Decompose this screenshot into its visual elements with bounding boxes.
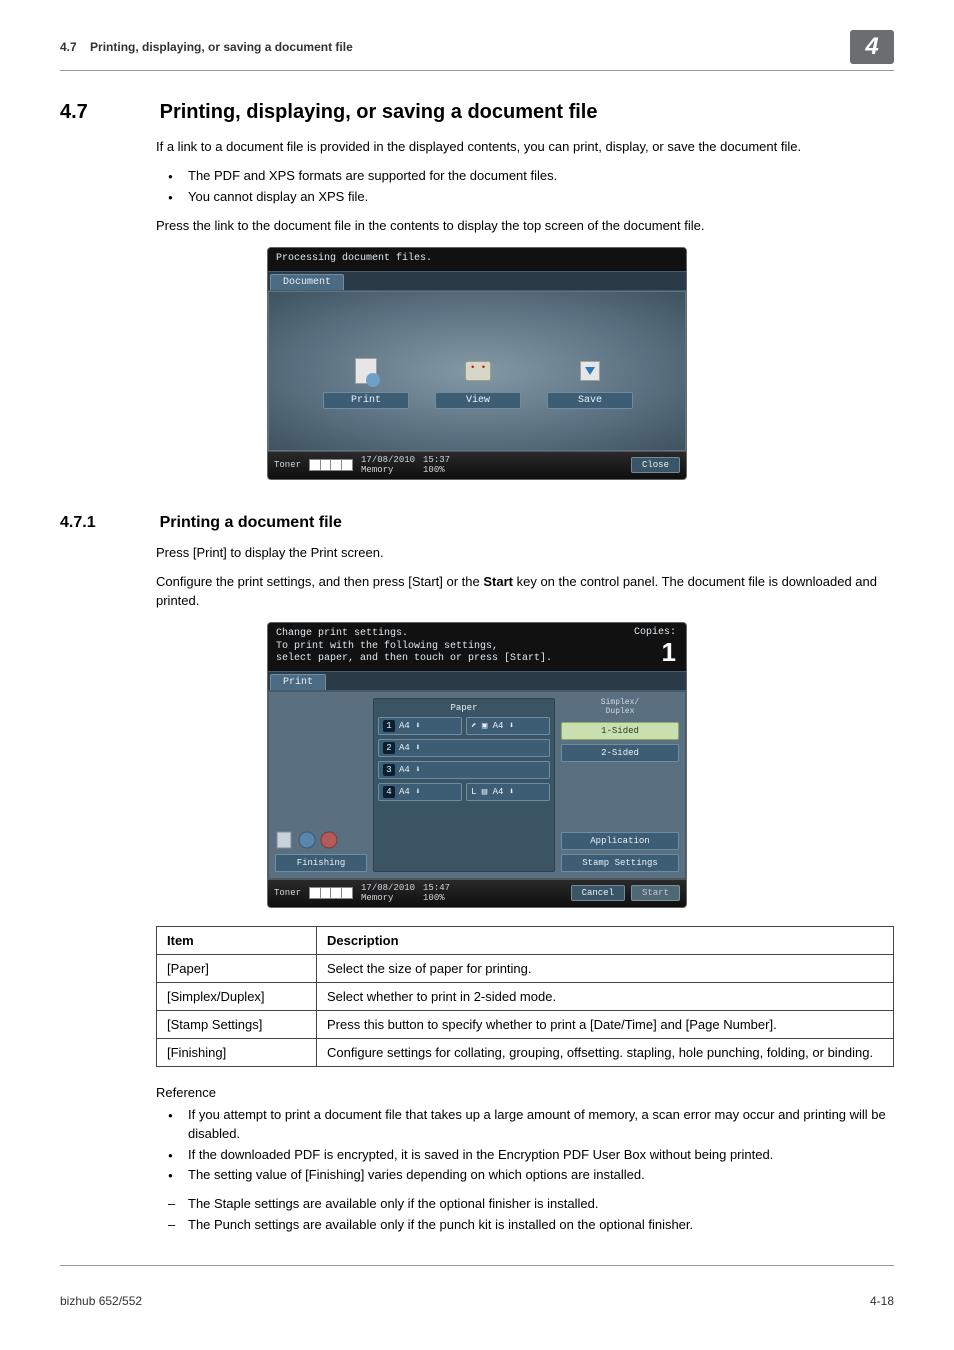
subsection-number: 4.7.1 [60, 514, 156, 532]
one-sided-button[interactable]: 1-Sided [561, 722, 679, 740]
save-button[interactable]: Save [547, 392, 633, 409]
reference-label: Reference [156, 1085, 894, 1100]
start-button[interactable]: Start [631, 885, 680, 901]
status-memory-label: Memory [361, 466, 415, 475]
table-row: [Simplex/Duplex]Select whether to print … [157, 982, 894, 1010]
table-row: [Stamp Settings]Press this button to spe… [157, 1010, 894, 1038]
footer-rule [60, 1265, 894, 1266]
print-screen: Change print settings. To print with the… [267, 622, 687, 908]
toner-label: Toner [274, 460, 301, 470]
table-cell-description: Select the size of paper for printing. [317, 954, 894, 982]
toner-label: Toner [274, 888, 301, 898]
table-header-item: Item [157, 926, 317, 954]
footer-product: bizhub 652/552 [60, 1294, 142, 1308]
header-rule [60, 70, 894, 71]
toner-gauge [309, 887, 353, 899]
footer-page: 4-18 [870, 1294, 894, 1308]
reference-item: If you attempt to print a document file … [156, 1106, 894, 1144]
view-icon [435, 356, 521, 386]
table-header-description: Description [317, 926, 894, 954]
document-tab[interactable]: Document [270, 274, 344, 290]
subsection-title: Printing a document file [160, 514, 342, 532]
paragraph: If a link to a document file is provided… [156, 138, 894, 157]
message-bar: Change print settings. To print with the… [268, 623, 686, 671]
status-memory-pct: 100% [423, 466, 450, 475]
paper-header: Paper [378, 703, 550, 713]
two-sided-button[interactable]: 2-Sided [561, 744, 679, 762]
simplex-duplex-header: Simplex/ Duplex [561, 698, 679, 716]
running-header: 4.7 Printing, displaying, or saving a do… [60, 40, 353, 54]
view-button[interactable]: View [435, 392, 521, 409]
status-time: 15:37 [423, 456, 450, 465]
status-time: 15:47 [423, 884, 450, 893]
paper-tray[interactable]: 1A4 ⬇ [378, 717, 462, 735]
table-cell-item: [Simplex/Duplex] [157, 982, 317, 1010]
paragraph: Press [Print] to display the Print scree… [156, 544, 894, 563]
print-tab[interactable]: Print [270, 674, 326, 690]
bullet-item: You cannot display an XPS file. [156, 188, 894, 207]
table-cell-item: [Paper] [157, 954, 317, 982]
stamp-settings-button[interactable]: Stamp Settings [561, 854, 679, 872]
copies-value: 1 [662, 637, 676, 668]
table-row: [Finishing]Configure settings for collat… [157, 1038, 894, 1066]
finishing-button[interactable]: Finishing [275, 854, 367, 872]
print-icon [323, 356, 409, 386]
paper-tray-alt[interactable]: L ▤ A4 ⬇ [466, 783, 550, 801]
message-bar: Processing document files. [268, 248, 686, 271]
chapter-tab: 4 [850, 30, 894, 64]
toner-gauge [309, 459, 353, 471]
paragraph: Configure the print settings, and then p… [156, 573, 894, 611]
reference-item: If the downloaded PDF is encrypted, it i… [156, 1146, 894, 1165]
paper-tray[interactable]: 2A4 ⬇ [378, 739, 550, 757]
table-row: [Paper]Select the size of paper for prin… [157, 954, 894, 982]
running-header-title: Printing, displaying, or saving a docume… [90, 40, 353, 54]
print-button[interactable]: Print [323, 392, 409, 409]
table-cell-description: Configure settings for collating, groupi… [317, 1038, 894, 1066]
status-memory-label: Memory [361, 894, 415, 903]
bullet-item: The PDF and XPS formats are supported fo… [156, 167, 894, 186]
section-number: 4.7 [60, 101, 156, 124]
application-button[interactable]: Application [561, 832, 679, 850]
reference-subitem: The Punch settings are available only if… [156, 1216, 894, 1235]
paper-tray-alt[interactable]: ⬈ ▣ A4 ⬇ [466, 717, 550, 735]
close-button[interactable]: Close [631, 457, 680, 473]
paper-tray[interactable]: 3A4 ⬇ [378, 761, 550, 779]
table-cell-item: [Stamp Settings] [157, 1010, 317, 1038]
settings-table: Item Description [Paper]Select the size … [156, 926, 894, 1067]
reference-item: The setting value of [Finishing] varies … [156, 1166, 894, 1185]
paragraph: Press the link to the document file in t… [156, 217, 894, 236]
reference-subitem: The Staple settings are available only i… [156, 1195, 894, 1214]
table-cell-description: Select whether to print in 2-sided mode. [317, 982, 894, 1010]
status-date: 17/08/2010 [361, 456, 415, 465]
document-screen: Processing document files. Document Prin… [267, 247, 687, 480]
running-header-num: 4.7 [60, 40, 77, 54]
status-memory-pct: 100% [423, 894, 450, 903]
finishing-icons [275, 826, 367, 850]
section-title: Printing, displaying, or saving a docume… [160, 101, 598, 124]
status-date: 17/08/2010 [361, 884, 415, 893]
paper-tray[interactable]: 4A4 ⬇ [378, 783, 462, 801]
table-cell-item: [Finishing] [157, 1038, 317, 1066]
table-cell-description: Press this button to specify whether to … [317, 1010, 894, 1038]
save-icon [547, 356, 633, 386]
cancel-button[interactable]: Cancel [571, 885, 625, 901]
